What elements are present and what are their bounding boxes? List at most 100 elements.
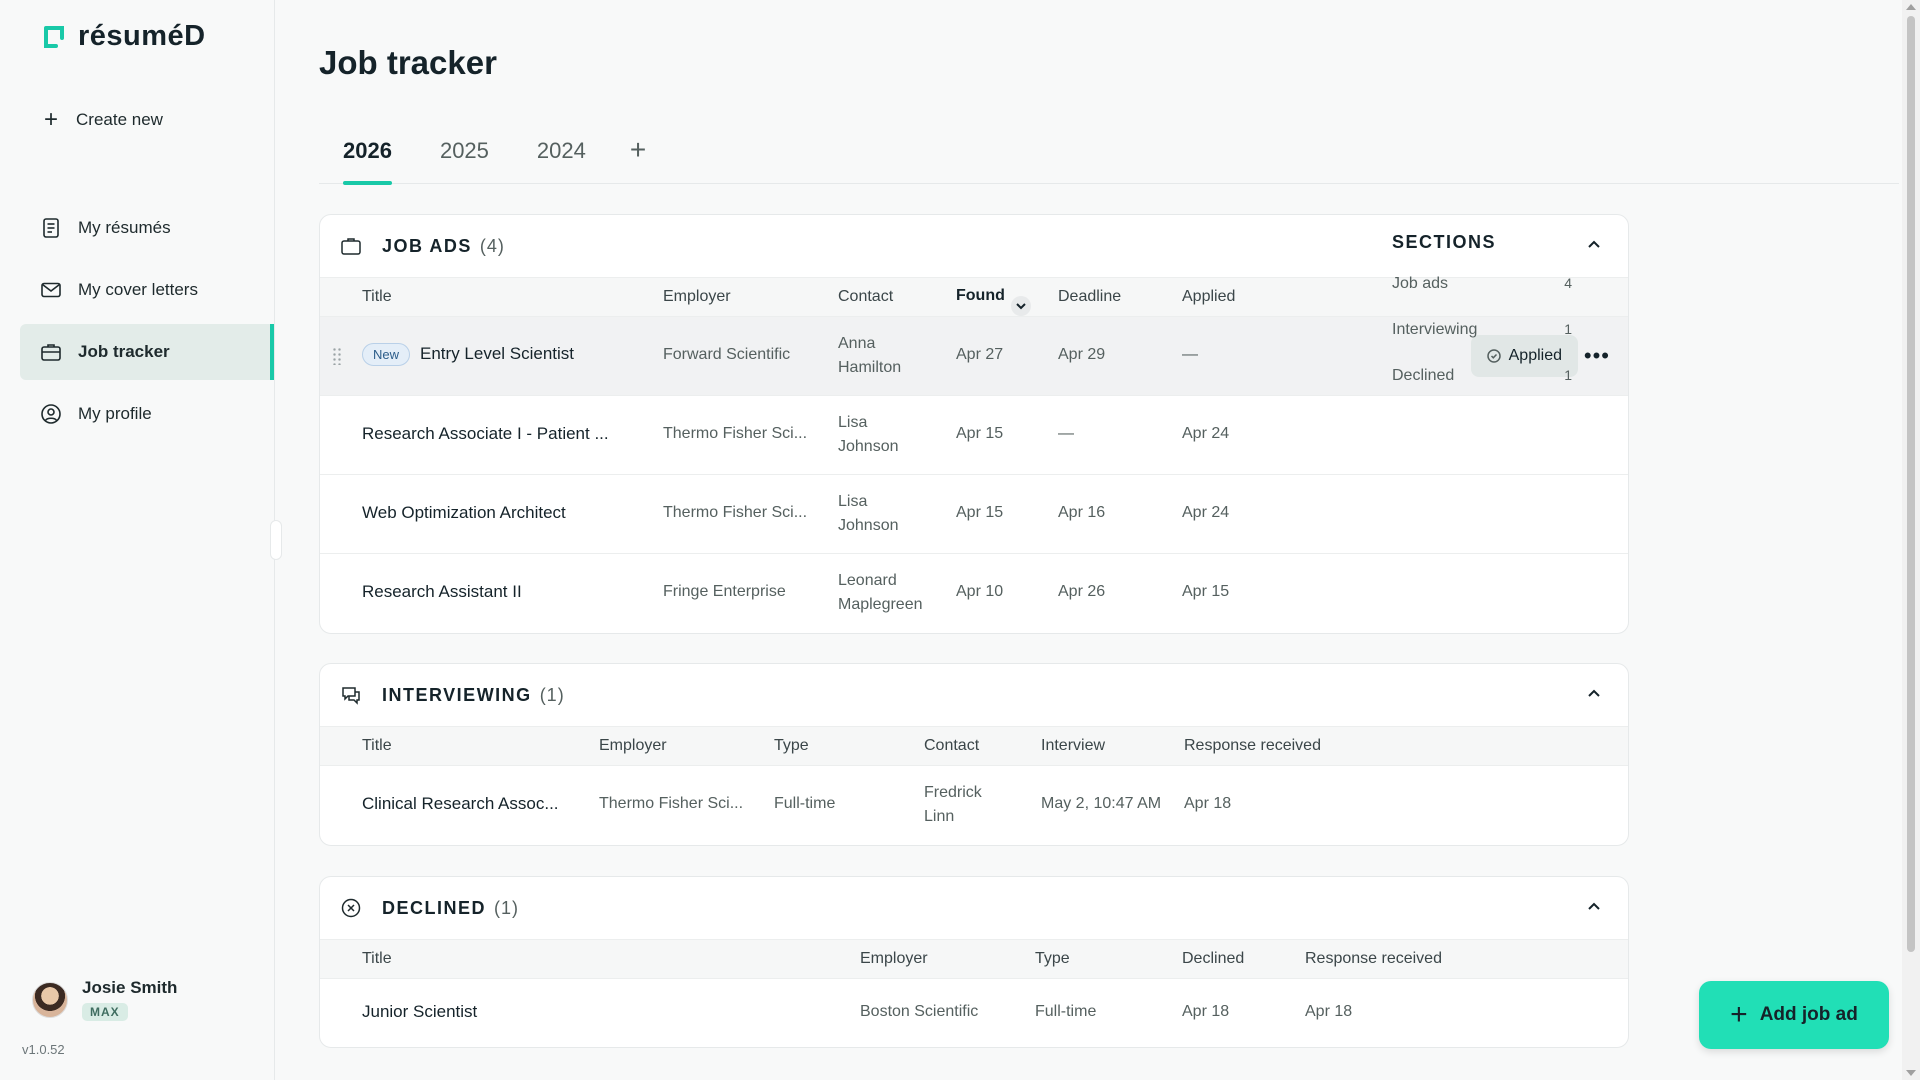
employer: Thermo Fisher Sci... xyxy=(663,504,808,521)
col-contact[interactable]: Contact xyxy=(924,737,979,755)
table-row[interactable]: Junior Scientist Boston Scientific Full-… xyxy=(320,979,1628,1047)
job-title[interactable]: Junior Scientist xyxy=(362,1002,477,1022)
col-response-received[interactable]: Response received xyxy=(1305,950,1442,968)
sort-button[interactable] xyxy=(1010,296,1031,316)
section-link-count: 1 xyxy=(1564,321,1572,337)
sidebar-item-my-profile[interactable]: My profile xyxy=(20,386,274,442)
brand-logo[interactable]: résuméD xyxy=(40,20,206,53)
contact-last: Johnson xyxy=(838,517,899,534)
col-found-label: Found xyxy=(956,287,1005,305)
plus-icon: + xyxy=(1730,998,1748,1031)
col-applied[interactable]: Applied xyxy=(1182,288,1235,306)
declined-header[interactable]: DECLINED (1) xyxy=(320,877,1628,939)
contact-first: Leonard xyxy=(838,572,897,589)
found-date: Apr 10 xyxy=(956,583,1004,600)
section-link-label: Declined xyxy=(1392,367,1455,384)
section-title: DECLINED xyxy=(382,897,487,918)
col-employer[interactable]: Employer xyxy=(860,950,928,968)
table-row[interactable]: Research Assistant II Fringe Enterprise … xyxy=(320,554,1628,633)
contact-last: Hamilton xyxy=(838,359,902,376)
contact: Leonard Maplegreen xyxy=(838,569,923,617)
sidebar-item-label: Job tracker xyxy=(78,342,170,361)
col-type[interactable]: Type xyxy=(774,737,809,755)
job-title-text: Entry Level Scientist xyxy=(420,344,575,363)
contact-first: Lisa xyxy=(838,414,868,431)
chevron-up-icon[interactable] xyxy=(1586,899,1602,915)
page-scrollbar[interactable] xyxy=(1902,0,1920,1080)
deadline-date: Apr 29 xyxy=(1058,346,1106,363)
interview-datetime: May 2, 10:47 AM xyxy=(1041,795,1162,812)
col-response-received[interactable]: Response received xyxy=(1184,737,1321,755)
section-link-job-ads[interactable]: Job ads 4 xyxy=(1392,275,1572,321)
plan-badge: MAX xyxy=(82,1003,128,1021)
tab-2024[interactable]: 2024 xyxy=(513,130,610,184)
create-new-button[interactable]: + Create new xyxy=(40,108,163,132)
col-interview[interactable]: Interview xyxy=(1041,737,1105,755)
job-title[interactable]: Clinical Research Assoc... xyxy=(362,794,559,814)
interviewing-header[interactable]: INTERVIEWING (1) xyxy=(320,664,1628,726)
chat-bubbles-icon xyxy=(342,687,360,705)
job-title[interactable]: Web Optimization Architect xyxy=(362,503,566,523)
col-deadline[interactable]: Deadline xyxy=(1058,288,1121,306)
job-title[interactable]: Research Assistant II xyxy=(362,582,522,602)
drag-handle-icon[interactable] xyxy=(332,347,342,365)
deadline-date: Apr 16 xyxy=(1058,504,1106,521)
user-account[interactable]: Josie Smith MAX xyxy=(32,978,177,1021)
chevron-up-icon[interactable] xyxy=(1586,237,1602,253)
sections-title: SECTIONS xyxy=(1392,232,1497,252)
briefcase-icon xyxy=(341,238,361,255)
user-name: Josie Smith xyxy=(82,978,178,997)
deadline-date: Apr 26 xyxy=(1058,583,1106,600)
section-count: (1) xyxy=(539,684,565,705)
job-type: Full-time xyxy=(1035,1003,1097,1020)
col-type[interactable]: Type xyxy=(1035,950,1070,968)
sidebar-item-cover-letters[interactable]: My cover letters xyxy=(20,262,274,318)
table-header: Title Employer Type Declined Response re… xyxy=(320,939,1628,979)
section-link-count: 1 xyxy=(1564,367,1572,383)
scroll-down-arrow-icon[interactable] xyxy=(1906,1070,1916,1076)
job-type: Full-time xyxy=(774,795,836,812)
declined-date: Apr 18 xyxy=(1182,1003,1230,1020)
applied-date: Apr 15 xyxy=(1182,583,1230,600)
col-found[interactable]: Found xyxy=(956,286,1031,316)
table-row[interactable]: Web Optimization Architect Thermo Fisher… xyxy=(320,475,1628,554)
job-title[interactable]: Research Associate I - Patient ... xyxy=(362,424,609,444)
job-title[interactable]: New Entry Level Scientist xyxy=(362,343,574,366)
user-circle-icon xyxy=(41,404,61,424)
add-tab-button[interactable]: + xyxy=(610,130,666,183)
page-title: Job tracker xyxy=(319,44,497,81)
sidebar-item-my-resumes[interactable]: My résumés xyxy=(20,200,274,256)
tab-2025[interactable]: 2025 xyxy=(416,130,513,184)
section-link-label: Job ads xyxy=(1392,275,1449,292)
envelope-icon xyxy=(41,282,61,298)
section-count: (1) xyxy=(494,897,520,918)
table-row[interactable]: Clinical Research Assoc... Thermo Fisher… xyxy=(320,766,1628,845)
deadline-date: — xyxy=(1058,425,1074,442)
col-employer[interactable]: Employer xyxy=(663,288,731,306)
chevron-up-icon[interactable] xyxy=(1586,686,1602,702)
contact: Lisa Johnson xyxy=(838,411,899,459)
employer: Forward Scientific xyxy=(663,346,791,363)
more-options-icon[interactable]: ••• xyxy=(1584,343,1610,369)
sidebar-item-job-tracker[interactable]: Job tracker xyxy=(20,324,274,380)
col-title[interactable]: Title xyxy=(362,737,392,755)
section-link-interviewing[interactable]: Interviewing 1 xyxy=(1392,321,1572,367)
scroll-up-arrow-icon[interactable] xyxy=(1906,4,1916,10)
col-employer[interactable]: Employer xyxy=(599,737,667,755)
section-link-declined[interactable]: Declined 1 xyxy=(1392,367,1572,413)
contact-last: Maplegreen xyxy=(838,596,923,613)
tab-2026[interactable]: 2026 xyxy=(319,130,416,185)
col-declined[interactable]: Declined xyxy=(1182,950,1244,968)
table-header: Title Employer Type Contact Interview Re… xyxy=(320,726,1628,766)
chevron-down-icon xyxy=(1016,303,1026,310)
col-title[interactable]: Title xyxy=(362,950,392,968)
employer: Thermo Fisher Sci... xyxy=(599,795,744,812)
add-job-ad-button[interactable]: + Add job ad xyxy=(1699,981,1889,1049)
scroll-thumb[interactable] xyxy=(1907,16,1915,952)
col-contact[interactable]: Contact xyxy=(838,288,893,306)
section-title: JOB ADS xyxy=(382,235,472,256)
logo-icon xyxy=(44,25,64,48)
section-link-label: Interviewing xyxy=(1392,321,1478,338)
col-title[interactable]: Title xyxy=(362,288,392,306)
employer: Boston Scientific xyxy=(860,1003,979,1020)
